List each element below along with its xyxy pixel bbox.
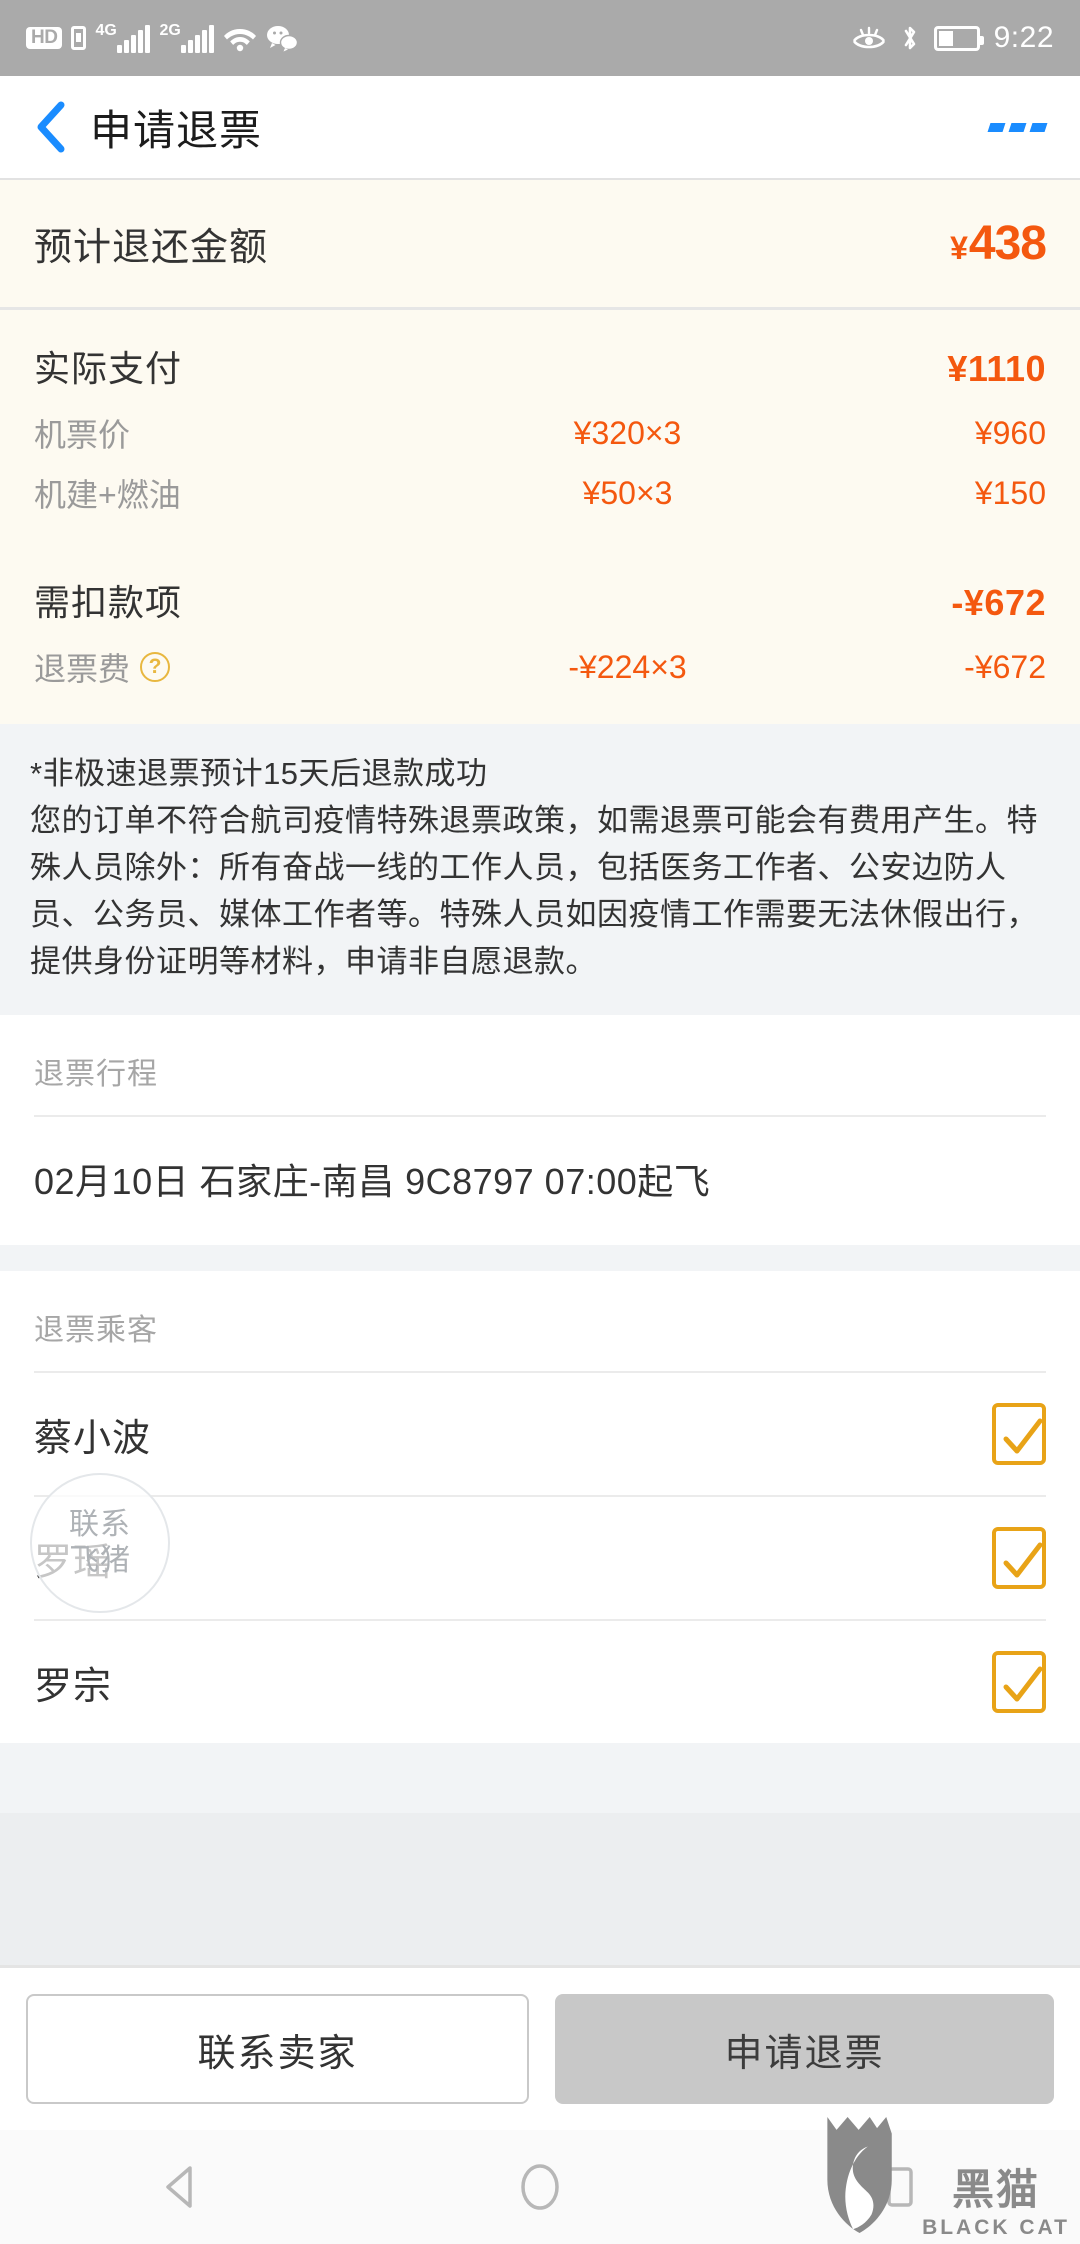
passenger-row[interactable]: 罗宗 bbox=[0, 1621, 1080, 1743]
passenger-checkbox[interactable] bbox=[992, 1527, 1046, 1589]
signal-2g-icon: 2G bbox=[159, 22, 215, 53]
estimated-refund-label: 预计退还金额 bbox=[34, 227, 269, 269]
section-gap bbox=[0, 1743, 1080, 1813]
notice-line-2: 您的订单不符合航司疫情特殊退票政策，如需退票可能会有费用产生。特殊人员除外：所有… bbox=[30, 803, 1038, 979]
black-cat-logo-icon bbox=[820, 2115, 912, 2240]
line-item-unit: ¥50×3 bbox=[582, 474, 673, 511]
line-item-label: 退票费 ? bbox=[34, 644, 459, 690]
contact-seller-button[interactable]: 联系卖家 bbox=[26, 1994, 529, 2104]
contact-fliggy-floating-button[interactable]: 联系 飞猪 bbox=[30, 1473, 170, 1613]
app-screen: HD 4G 2G 9:22 申请退票 预计退还金额 ¥ 438 实际支付 ¥11… bbox=[0, 0, 1080, 2244]
line-item-subtotal: ¥150 bbox=[974, 474, 1046, 511]
fliggy-bubble-line-2: 飞猪 bbox=[69, 1544, 131, 1577]
line-item-unit: ¥320×3 bbox=[573, 414, 682, 451]
navigation-bar: 申请退票 bbox=[0, 76, 1080, 178]
actual-payment-total: ¥1110 bbox=[947, 348, 1046, 389]
refund-fee-label: 退票费 bbox=[34, 651, 131, 687]
back-chevron-icon[interactable] bbox=[34, 100, 68, 154]
wechat-icon bbox=[266, 24, 299, 52]
estimated-refund-amount: ¥ 438 bbox=[950, 216, 1047, 271]
itinerary-detail: 02月10日 石家庄-南昌 9C8797 07:00起飞 bbox=[34, 1161, 711, 1202]
line-item: 退票费 ? -¥224×3 -¥672 bbox=[34, 644, 1046, 690]
line-item: 机建+燃油 ¥50×3 ¥150 bbox=[34, 470, 1046, 516]
line-item-subtotal: -¥672 bbox=[964, 648, 1046, 685]
bluetooth-icon bbox=[900, 23, 920, 53]
nav-back-triangle-icon[interactable] bbox=[120, 2164, 240, 2210]
status-bar-clock: 9:22 bbox=[993, 21, 1054, 54]
status-bar: HD 4G 2G 9:22 bbox=[0, 0, 1080, 76]
battery-icon bbox=[933, 25, 984, 51]
passenger-name: 蔡小波 bbox=[34, 1417, 152, 1460]
passengers-section: 退票乘客 蔡小波 罗瑶 罗宗 bbox=[0, 1271, 1080, 1743]
estimated-refund-row: 预计退还金额 ¥ 438 bbox=[0, 180, 1080, 310]
currency-symbol: ¥ bbox=[950, 230, 968, 266]
sim-card-icon bbox=[71, 26, 87, 50]
deduction-group: 需扣款项 -¥672 退票费 ? -¥224×3 -¥672 bbox=[0, 544, 1080, 724]
page-title: 申请退票 bbox=[90, 106, 263, 154]
passenger-row[interactable]: 蔡小波 bbox=[0, 1373, 1080, 1495]
price-panel: 预计退还金额 ¥ 438 实际支付 ¥1110 机票价 ¥320×3 ¥960 bbox=[0, 178, 1080, 724]
line-item-label: 机票价 bbox=[34, 417, 131, 453]
fliggy-bubble-line-1: 联系 bbox=[69, 1508, 131, 1541]
policy-notice: *非极速退票预计15天后退款成功 您的订单不符合航司疫情特殊退票政策，如需退票可… bbox=[0, 724, 1080, 1015]
status-bar-left: HD 4G 2G bbox=[26, 22, 299, 53]
footer-action-bar: 联系卖家 申请退票 bbox=[0, 1965, 1080, 2130]
passengers-section-title: 退票乘客 bbox=[34, 1314, 158, 1347]
line-item-label: 机建+燃油 bbox=[34, 477, 181, 513]
itinerary-section-title: 退票行程 bbox=[34, 1058, 158, 1091]
refund-amount-value: 438 bbox=[968, 217, 1047, 270]
signal-4g-label: 4G bbox=[95, 22, 117, 39]
signal-2g-label: 2G bbox=[159, 22, 181, 39]
itinerary-section: 退票行程 02月10日 石家庄-南昌 9C8797 07:00起飞 bbox=[0, 1015, 1080, 1245]
black-cat-wordmark: 黑猫 BLACK CAT bbox=[922, 2169, 1070, 2240]
section-gap bbox=[0, 1245, 1080, 1271]
passenger-name: 罗宗 bbox=[34, 1665, 113, 1708]
line-item-unit: -¥224×3 bbox=[568, 648, 687, 685]
signal-4g-icon: 4G bbox=[95, 22, 151, 53]
deduction-header: 需扣款项 -¥672 bbox=[34, 574, 1046, 626]
notice-line-1: *非极速退票预计15天后退款成功 bbox=[30, 756, 488, 791]
eye-care-icon bbox=[852, 25, 886, 51]
line-item: 机票价 ¥320×3 ¥960 bbox=[34, 410, 1046, 456]
scroll-content[interactable]: 预计退还金额 ¥ 438 实际支付 ¥1110 机票价 ¥320×3 ¥960 bbox=[0, 178, 1080, 1965]
help-question-icon[interactable]: ? bbox=[140, 652, 171, 682]
black-cat-watermark: 黑猫 BLACK CAT bbox=[820, 2115, 1070, 2240]
wifi-icon bbox=[223, 24, 257, 52]
apply-refund-button[interactable]: 申请退票 bbox=[555, 1994, 1054, 2104]
black-cat-en-label: BLACK CAT bbox=[922, 2216, 1070, 2239]
nav-home-circle-icon[interactable] bbox=[480, 2162, 600, 2212]
deduction-label: 需扣款项 bbox=[34, 582, 183, 623]
black-cat-cn-label: 黑猫 bbox=[952, 2166, 1041, 2213]
status-bar-right: 9:22 bbox=[852, 21, 1054, 55]
passenger-checkbox[interactable] bbox=[992, 1651, 1046, 1713]
deduction-total: -¥672 bbox=[951, 582, 1046, 623]
line-item-subtotal: ¥960 bbox=[974, 414, 1046, 451]
hd-badge-icon: HD bbox=[26, 27, 63, 49]
more-options-icon[interactable] bbox=[987, 122, 1048, 132]
actual-payment-label: 实际支付 bbox=[34, 348, 183, 389]
passenger-checkbox[interactable] bbox=[992, 1403, 1046, 1465]
actual-payment-group: 实际支付 ¥1110 机票价 ¥320×3 ¥960 机建+燃油 ¥50×3 ¥… bbox=[0, 310, 1080, 516]
actual-payment-header: 实际支付 ¥1110 bbox=[34, 340, 1046, 392]
